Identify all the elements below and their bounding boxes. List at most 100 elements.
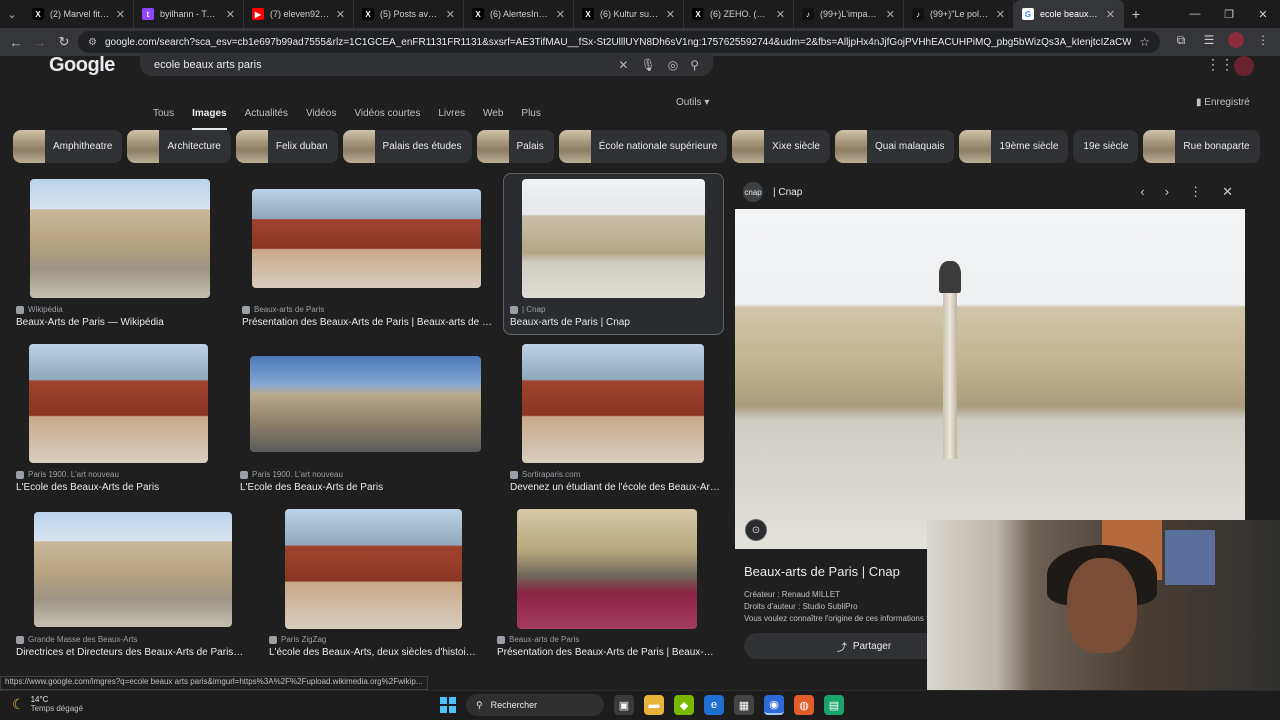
search-box[interactable]: ecole beaux arts paris ✕ 🎙 ◎ ⚲ (140, 54, 713, 76)
lens-search-icon[interactable]: ◎ (668, 58, 678, 72)
file-explorer-icon[interactable]: ▬ (644, 695, 664, 715)
reload-icon[interactable]: ↻ (52, 34, 76, 50)
result-thumbnail[interactable] (34, 512, 232, 627)
site-info-icon[interactable]: ⚙ (88, 37, 97, 48)
search-input[interactable]: ecole beaux arts paris (154, 59, 606, 71)
result-title[interactable]: Directrices et Directeurs des Beaux-Arts… (16, 647, 246, 658)
search-tab[interactable]: Livres (438, 108, 465, 119)
minimize-icon[interactable]: — (1178, 0, 1212, 28)
address-url[interactable]: google.com/search?sca_esv=cb1e697b99ad75… (105, 37, 1131, 48)
search-icon[interactable]: ⚲ (690, 58, 699, 72)
browser-tab[interactable]: ▶ (7) eleven92i - Yo ✕ (244, 0, 354, 28)
voice-search-icon[interactable]: 🎙 (640, 58, 655, 72)
search-tab[interactable]: Tous (153, 108, 174, 119)
close-tab-icon[interactable]: ✕ (886, 8, 895, 21)
search-tab[interactable]: Images (192, 108, 227, 130)
related-search-chip[interactable]: 19e siècle (1073, 130, 1139, 163)
restore-icon[interactable]: ❐ (1212, 0, 1246, 28)
previous-icon[interactable]: ‹ (1140, 184, 1144, 200)
related-search-chip[interactable]: Felix duban (235, 130, 338, 163)
taskbar-search[interactable]: ⚲ Rechercher (466, 694, 604, 716)
nvidia-icon[interactable]: ◆ (674, 695, 694, 715)
app-icon[interactable]: ▤ (824, 695, 844, 715)
firefox-icon[interactable]: ◍ (794, 695, 814, 715)
search-tab[interactable]: Vidéos courtes (354, 108, 420, 119)
result-thumbnail[interactable] (285, 509, 462, 629)
result-thumbnail[interactable] (29, 344, 208, 463)
new-tab-button[interactable]: + (1124, 6, 1148, 22)
tab-search-dropdown-icon[interactable]: ⌄ (0, 8, 24, 21)
close-tab-icon[interactable]: ✕ (116, 8, 125, 21)
preview-origin-link[interactable]: Vous voulez connaître l'origine de ces i… (744, 614, 931, 623)
search-tab[interactable]: Web (483, 108, 503, 119)
store-icon[interactable]: ▦ (734, 695, 754, 715)
result-title[interactable]: L'Ecole des Beaux-Arts de Paris (16, 482, 216, 493)
result-title[interactable]: Présentation des Beaux-Arts de Paris | B… (497, 647, 717, 658)
close-tab-icon[interactable]: ✕ (996, 8, 1005, 21)
lens-icon[interactable]: ⊙ (745, 519, 767, 541)
browser-menu-icon[interactable]: ⋮ (1254, 33, 1272, 47)
result-title[interactable]: L'école des Beaux-Arts, deux siècles d'h… (269, 647, 479, 658)
close-tab-icon[interactable]: ✕ (446, 8, 455, 21)
extensions-icon[interactable]: ⧉ (1172, 33, 1190, 48)
result-thumbnail[interactable] (30, 179, 210, 298)
browser-tab[interactable]: ♪ (99+)L'impact de ✕ (794, 0, 904, 28)
reading-list-icon[interactable]: ☰ (1200, 33, 1218, 47)
result-source[interactable]: Paris ZigZag (269, 635, 326, 644)
weather-widget[interactable]: ☾ 14°C Temps dégagé (12, 695, 83, 713)
back-icon[interactable]: ← (4, 35, 28, 50)
result-thumbnail[interactable] (250, 356, 481, 452)
address-bar[interactable]: ⚙ google.com/search?sca_esv=cb1e697b99ad… (78, 31, 1160, 53)
next-icon[interactable]: › (1165, 184, 1169, 200)
search-tab[interactable]: Vidéos (306, 108, 336, 119)
result-source[interactable]: Paris 1900. L'art nouveau (16, 470, 119, 479)
close-preview-icon[interactable]: ✕ (1222, 184, 1233, 200)
close-tab-icon[interactable]: ✕ (556, 8, 565, 21)
browser-tab[interactable]: t byilhann - Twitch ✕ (134, 0, 244, 28)
browser-tab[interactable]: X (6) ZEHO. (J'ai sau ✕ (684, 0, 794, 28)
result-source[interactable]: Grande Masse des Beaux-Arts (16, 635, 137, 644)
browser-tab[interactable]: X (2) Marvel fitness ✕ (24, 0, 134, 28)
related-search-chip[interactable]: Xixe siècle (732, 130, 830, 163)
chrome-icon[interactable]: ◉ (764, 695, 784, 715)
result-title[interactable]: Beaux-arts de Paris | Cnap (510, 317, 710, 328)
result-source[interactable]: Beaux-arts de Paris (497, 635, 579, 644)
search-tab[interactable]: Plus (521, 108, 540, 119)
result-title[interactable]: Présentation des Beaux-Arts de Paris | B… (242, 317, 492, 328)
close-tab-icon[interactable]: ✕ (776, 8, 785, 21)
close-window-icon[interactable]: ✕ (1246, 0, 1280, 28)
bookmark-star-icon[interactable]: ☆ (1139, 35, 1150, 49)
related-search-chip[interactable]: École nationale supérieure (558, 130, 728, 163)
result-title[interactable]: Beaux-Arts de Paris — Wikipédia (16, 317, 216, 328)
clear-search-icon[interactable]: ✕ (618, 58, 628, 72)
edge-icon[interactable]: e (704, 695, 724, 715)
result-source[interactable]: Paris 1900. L'art nouveau (240, 470, 343, 479)
windows-start-icon[interactable] (440, 697, 456, 713)
related-search-chip[interactable]: Quai malaquais (834, 130, 955, 163)
browser-tab[interactable]: X (5) Posts avec rép ✕ (354, 0, 464, 28)
close-tab-icon[interactable]: ✕ (336, 8, 345, 21)
browser-tab[interactable]: X (6) Kultur sur X : " ✕ (574, 0, 684, 28)
close-tab-icon[interactable]: ✕ (226, 8, 235, 21)
browser-tab[interactable]: Gecole beaux arts p ✕ (1014, 0, 1124, 28)
related-search-chip[interactable]: Rue bonaparte (1143, 130, 1260, 163)
account-avatar[interactable] (1234, 56, 1254, 76)
forward-icon[interactable]: → (28, 35, 52, 50)
more-options-icon[interactable]: ⋮ (1189, 184, 1202, 200)
related-search-chip[interactable]: Palais des études (342, 130, 472, 163)
related-search-chip[interactable]: 19ème siècle (959, 130, 1069, 163)
google-logo[interactable]: Google (49, 54, 115, 77)
result-thumbnail[interactable] (522, 179, 705, 298)
result-source[interactable]: Sortiraparis.com (510, 470, 580, 479)
saved-button[interactable]: ▮ Enregistré (1196, 97, 1250, 108)
browser-tab[interactable]: X (6) AlertesInfos (@ ✕ (464, 0, 574, 28)
profile-avatar[interactable] (1228, 32, 1244, 48)
result-title[interactable]: Devenez un étudiant de l'école des Beaux… (510, 482, 720, 493)
preview-image[interactable]: ⊙ (735, 209, 1245, 549)
result-thumbnail[interactable] (252, 189, 481, 288)
task-view-icon[interactable]: ▣ (614, 695, 634, 715)
close-tab-icon[interactable]: ✕ (1106, 8, 1115, 21)
preview-site-name[interactable]: | Cnap (773, 187, 802, 198)
search-tab[interactable]: Actualités (245, 108, 288, 119)
result-title[interactable]: L'Ecole des Beaux-Arts de Paris (240, 482, 470, 493)
